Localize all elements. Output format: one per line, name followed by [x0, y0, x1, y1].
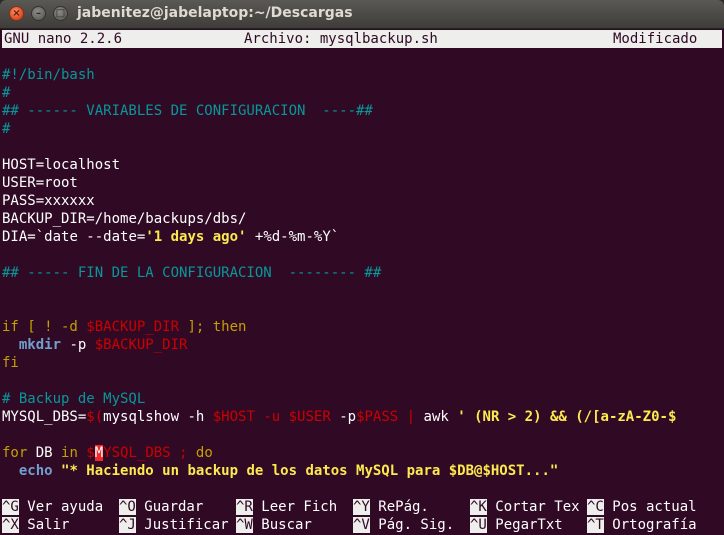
- code-line: if [ ! -d $BACKUP_DIR ]; then: [2, 319, 247, 335]
- code-line: MYSQL_DBS=$(mysqlshow -h $HOST -u $USER …: [2, 409, 677, 425]
- shortcut-prev-page[interactable]: ^Y RePág.: [353, 498, 429, 516]
- minimize-button[interactable]: –: [31, 6, 46, 21]
- code-line: PASS=xxxxxx: [2, 193, 95, 209]
- code-line: #!/bin/bash: [2, 67, 95, 83]
- shortcut-justify[interactable]: ^J Justificar: [119, 516, 229, 534]
- code-line: #: [2, 85, 11, 101]
- nano-header-bar: GNU nano 2.2.6 Archivo: mysqlbackup.sh M…: [2, 30, 722, 48]
- nano-filename: Archivo: mysqlbackup.sh: [244, 31, 438, 47]
- title-bar[interactable]: × – □ jabenitez@jabelaptop:~/Descargas: [0, 0, 724, 29]
- shortcut-next-page[interactable]: ^V Pág. Sig.: [353, 516, 454, 534]
- shortcut-spelling[interactable]: ^T Ortografía: [587, 516, 697, 534]
- code-line: USER=root: [2, 175, 78, 191]
- code-line: for DB in $MYSQL_DBS ; do: [2, 445, 213, 461]
- nano-version: GNU nano 2.2.6: [4, 31, 123, 47]
- code-line: ## ------ VARIABLES DE CONFIGURACION ---…: [2, 103, 373, 119]
- shortcut-exit[interactable]: ^X Salir: [2, 516, 69, 534]
- text-cursor: M: [94, 445, 104, 461]
- code-line: BACKUP_DIR=/home/backups/dbs/: [2, 211, 247, 227]
- terminal-window: × – □ jabenitez@jabelaptop:~/Descargas G…: [0, 0, 724, 535]
- code-line: DIA=`date --date='1 days ago' +%d-%m-%Y`: [2, 229, 340, 245]
- close-button[interactable]: ×: [9, 6, 24, 21]
- window-title: jabenitez@jabelaptop:~/Descargas: [77, 5, 353, 21]
- code-line: echo "* Haciendo un backup de los datos …: [18, 463, 559, 479]
- shortcut-cut-text[interactable]: ^K Cortar Tex: [470, 498, 580, 516]
- code-line: #: [2, 121, 11, 137]
- shortcut-search[interactable]: ^W Buscar: [236, 516, 312, 534]
- maximize-button[interactable]: □: [53, 6, 68, 21]
- code-line: fi: [2, 355, 19, 371]
- code-line: HOST=localhost: [2, 157, 121, 173]
- code-line: mkdir -p $BACKUP_DIR: [18, 337, 188, 353]
- code-line: # Backup de MySQL: [2, 391, 146, 407]
- shortcut-save[interactable]: ^O Guardar: [119, 498, 203, 516]
- maximize-icon: □: [55, 8, 66, 19]
- close-icon: ×: [12, 8, 21, 19]
- nano-modified-status: Modificado: [613, 31, 698, 47]
- shortcut-read-file[interactable]: ^R Leer Fich: [236, 498, 337, 516]
- shortcut-cursor-pos[interactable]: ^C Pos actual: [587, 498, 697, 516]
- shortcut-paste[interactable]: ^U PegarTxt: [470, 516, 563, 534]
- code-line: ## ----- FIN DE LA CONFIGURACION -------…: [2, 265, 382, 281]
- minimize-icon: –: [36, 8, 41, 19]
- shortcut-help[interactable]: ^G Ver ayuda: [2, 498, 103, 516]
- terminal-content[interactable]: GNU nano 2.2.6 Archivo: mysqlbackup.sh M…: [2, 28, 724, 535]
